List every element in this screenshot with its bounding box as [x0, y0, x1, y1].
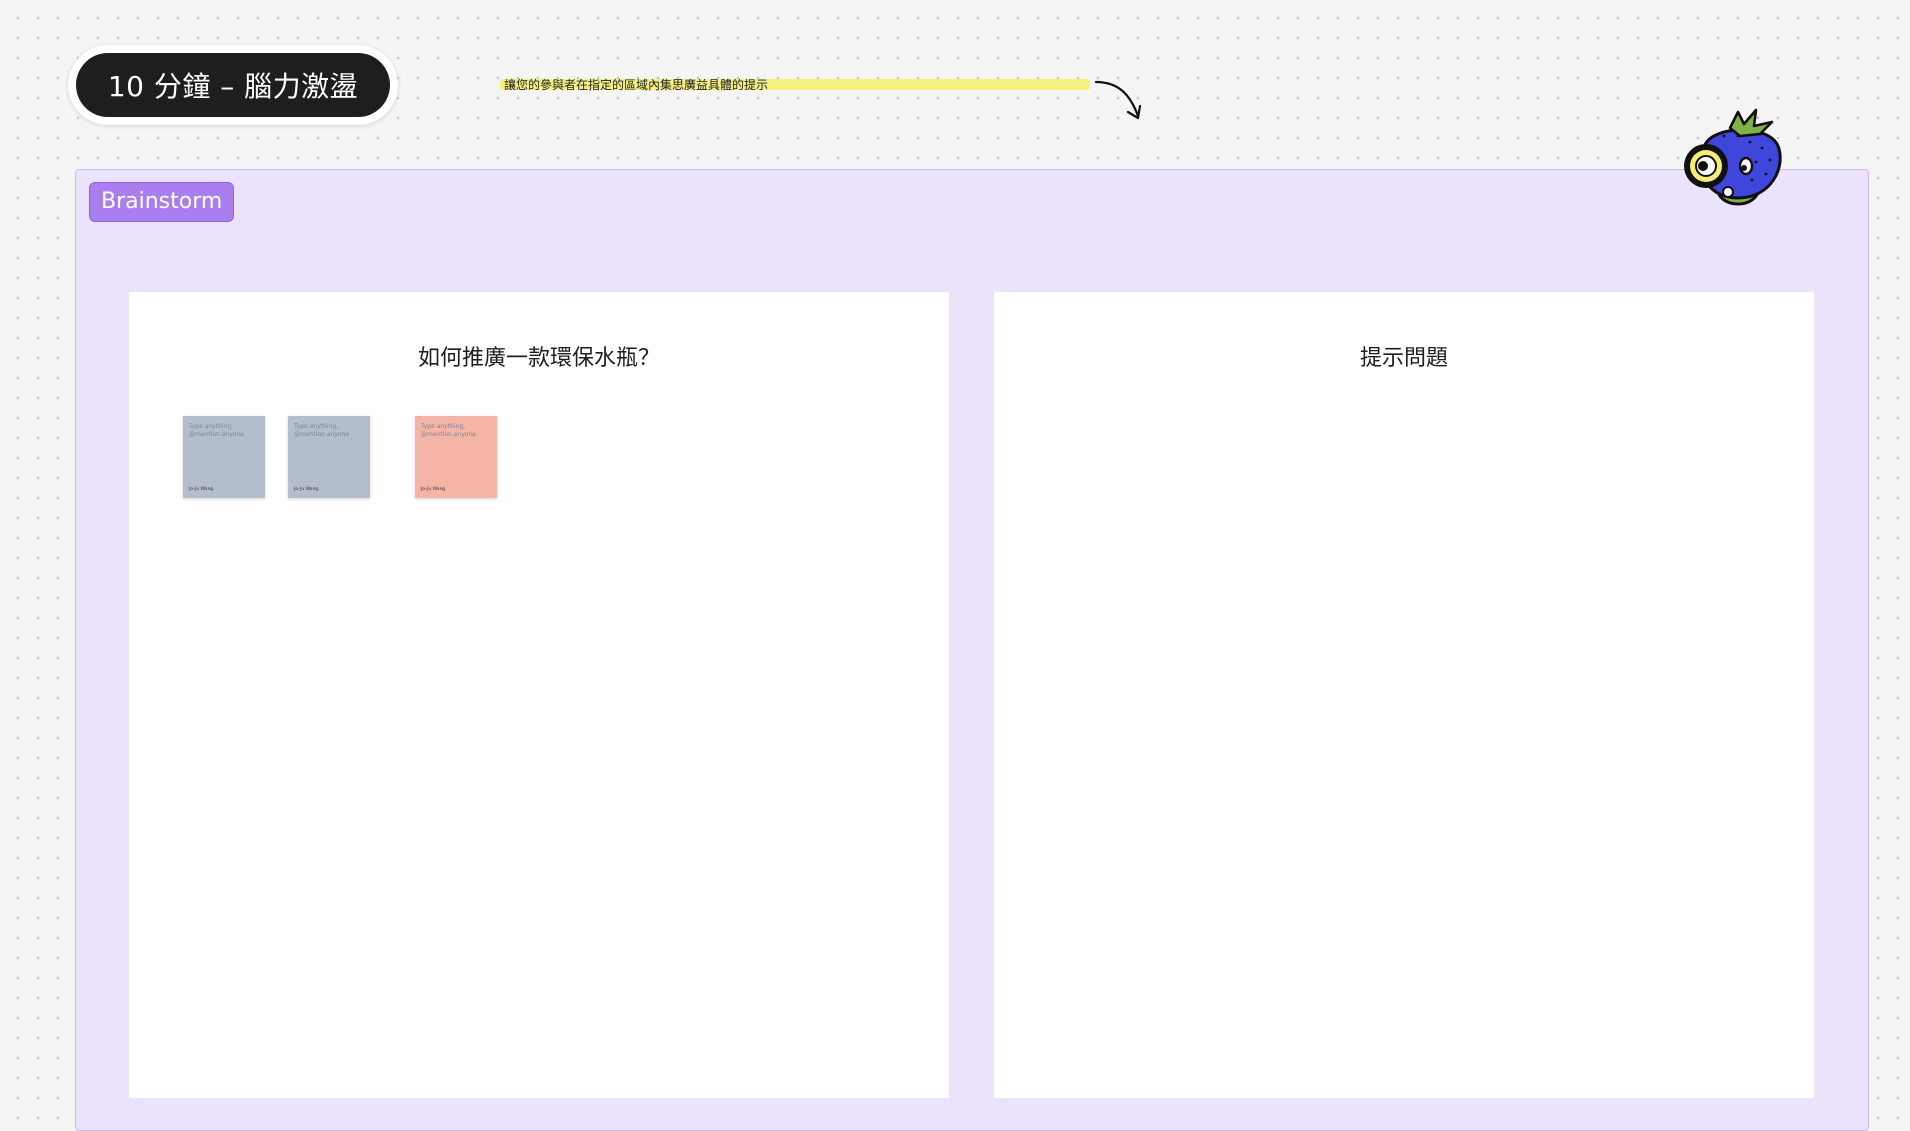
- sticky-note[interactable]: Type anything, @mention anyone Jo-Ju Wan…: [183, 416, 265, 498]
- sticky-author: Jo-Ju Wang: [294, 487, 319, 492]
- sticky-placeholder: Type anything, @mention anyone: [421, 423, 476, 438]
- prompt-card-left[interactable]: 如何推廣一款環保水瓶？ Type anything, @mention anyo…: [129, 292, 949, 1098]
- sticky-author: Jo-Ju Wang: [189, 487, 214, 492]
- hint-annotation[interactable]: 讓您的參與者在指定的區域內集思廣益具體的提示: [500, 72, 1150, 132]
- title-pill[interactable]: 10 分鐘 – 腦力激盪: [68, 45, 398, 125]
- sticky-placeholder: Type anything, @mention anyone: [294, 423, 349, 438]
- curved-arrow-icon: [1094, 80, 1142, 120]
- sticky-author: Jo-Ju Wang: [421, 487, 446, 492]
- hint-text: 讓您的參與者在指定的區域內集思廣益具體的提示: [504, 78, 769, 92]
- sticky-note[interactable]: Type anything, @mention anyone Jo-Ju Wan…: [288, 416, 370, 498]
- sticky-placeholder: Type anything, @mention anyone: [189, 423, 244, 438]
- strawberry-magnifier-mascot-icon[interactable]: [1680, 106, 1788, 216]
- card-title: 如何推廣一款環保水瓶？: [417, 346, 660, 371]
- section-label[interactable]: Brainstorm: [89, 182, 235, 222]
- sticky-note[interactable]: Type anything, @mention anyone Jo-Ju Wan…: [415, 416, 497, 498]
- card-title: 提示問題: [1359, 346, 1448, 371]
- prompt-card-right[interactable]: 提示問題: [994, 292, 1814, 1098]
- brainstorm-section[interactable]: Brainstorm 如何推廣一款環保水瓶？ Type anything, @m…: [75, 169, 1869, 1131]
- board-title[interactable]: 10 分鐘 – 腦力激盪: [76, 53, 390, 117]
